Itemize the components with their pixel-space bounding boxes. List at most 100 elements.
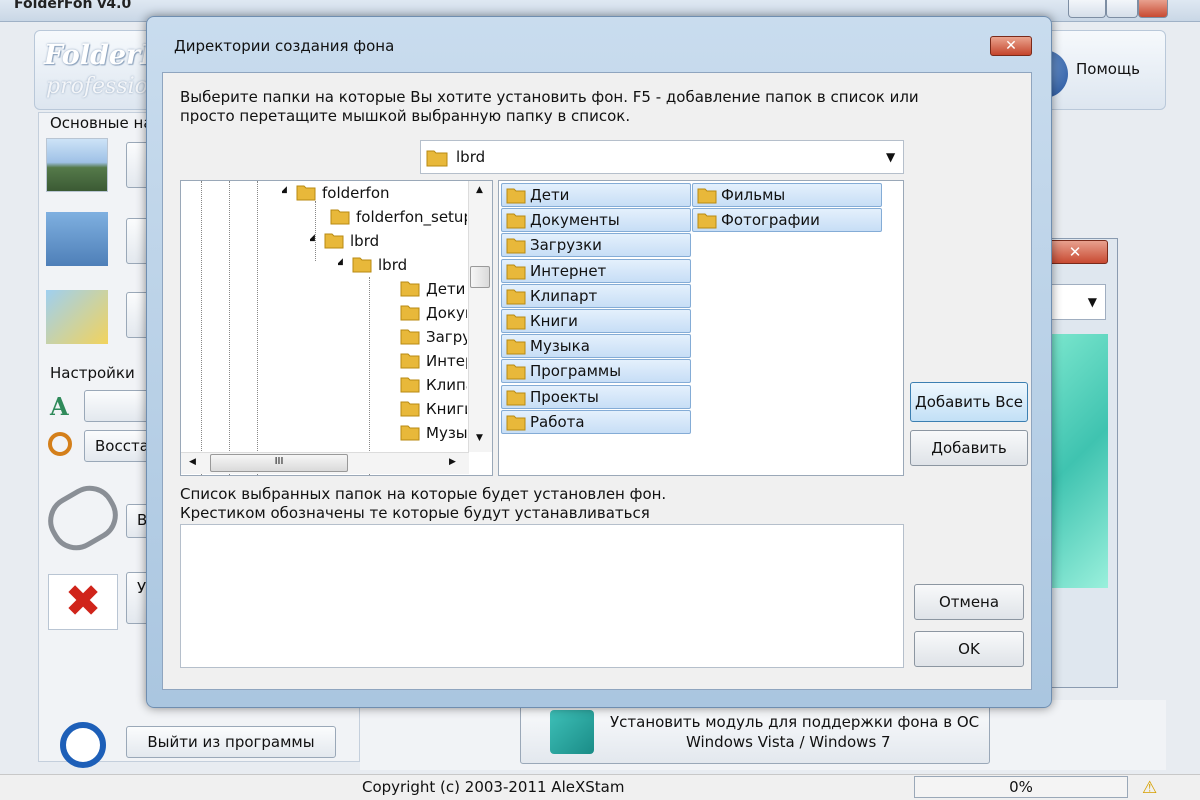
folder-icon: [426, 150, 448, 167]
font-icon: A: [50, 392, 69, 421]
selected-folders-list[interactable]: [180, 524, 904, 668]
folder-list-item-label: Интернет: [530, 261, 607, 280]
folder-list-item[interactable]: Дети: [501, 183, 691, 207]
exit-button[interactable]: Выйти из программы: [126, 726, 336, 758]
tree-item-label: Загруз: [426, 328, 467, 346]
close-button[interactable]: [1138, 0, 1168, 18]
folder-list-item-label: Дети: [530, 186, 570, 204]
tree-item[interactable]: folderfon_setup: [316, 207, 467, 229]
tree-item-label: Дети: [426, 280, 466, 298]
tree-item[interactable]: Дети: [386, 279, 467, 301]
folder-list-item[interactable]: Клипарт: [501, 283, 691, 311]
folder-list-item-label: Книги: [530, 312, 578, 330]
folder-list-item-label: Музыка: [530, 337, 590, 356]
tree-item[interactable]: Докум: [386, 303, 467, 325]
folder-icon: [506, 337, 526, 361]
tree-item[interactable]: Книги: [386, 399, 467, 421]
folder-icon: [506, 287, 526, 311]
folder-icon: [400, 423, 420, 445]
folder-icon: [352, 255, 372, 277]
tree-expander-icon[interactable]: ◢: [338, 257, 343, 267]
tree-item[interactable]: Интерн: [386, 351, 467, 373]
folder-list-item[interactable]: Работа: [501, 409, 691, 437]
folder-list-item[interactable]: Загрузки: [501, 233, 691, 260]
tree-item[interactable]: Клипар: [386, 375, 467, 397]
help-label[interactable]: Помощь: [1076, 60, 1140, 78]
folder-icon: [296, 183, 316, 205]
folder-list-item[interactable]: Документы: [501, 208, 691, 235]
camera-icon[interactable]: [46, 212, 108, 266]
folder-icon: [330, 207, 350, 229]
folder-list-item[interactable]: Фотографии: [692, 208, 882, 233]
instructions-line-2: просто перетащите мышкой выбранную папку…: [180, 107, 631, 125]
selected-list-caption-2: Крестиком обозначены те которые будут ус…: [180, 504, 650, 522]
folder-list-item-label: Фильмы: [721, 186, 786, 204]
folder-list-item[interactable]: Проекты: [501, 384, 691, 409]
drive-select-value: lbrd: [456, 148, 486, 166]
folder-icon: [400, 303, 420, 325]
folder-list-item[interactable]: Фильмы: [692, 183, 882, 207]
drive-select[interactable]: [420, 140, 904, 174]
power-icon[interactable]: [60, 722, 106, 768]
tree-expander-icon[interactable]: ◢: [310, 233, 315, 243]
scroll-right-icon[interactable]: ▶: [449, 457, 456, 467]
scroll-up-icon[interactable]: ▲: [476, 185, 483, 195]
tree-item[interactable]: ◢ lbrd: [338, 255, 467, 277]
folder-list-item[interactable]: Интернет: [501, 258, 691, 283]
delete-icon[interactable]: ✖: [48, 574, 118, 630]
folder-icon: [400, 279, 420, 301]
folder-list-item[interactable]: Программы: [501, 359, 691, 386]
minimize-button[interactable]: [1068, 0, 1106, 18]
tree-item[interactable]: ◢ lbrd: [310, 231, 467, 253]
tree-guide-line: [201, 181, 202, 475]
folder-icon: [506, 413, 526, 437]
folder-icon: [506, 211, 526, 235]
copyright-text: Copyright (c) 2003-2011 AleXStam: [362, 778, 625, 796]
install-module-label-1: Установить модуль для поддержки фона в О…: [610, 713, 980, 731]
folder-icon: [400, 351, 420, 373]
cancel-button[interactable]: Отмена: [914, 584, 1024, 620]
folder-icon: [324, 231, 344, 253]
main-window-title: FolderFon v4.0: [14, 0, 132, 12]
folder-icon: [506, 236, 526, 260]
group-settings-label: Настройки: [50, 364, 135, 382]
tree-vertical-scrollbar[interactable]: ▲ ▼: [468, 181, 492, 452]
tree-item-label: Музык: [426, 424, 467, 442]
warning-icon: ⚠: [1142, 778, 1158, 798]
landscape-icon[interactable]: [46, 138, 108, 192]
tree-guide-line: [257, 181, 258, 475]
add-all-button[interactable]: Добавить Все: [910, 382, 1028, 422]
install-module-icon: [550, 710, 594, 754]
tree-vertical-scroll-thumb[interactable]: [470, 266, 490, 288]
scroll-left-icon[interactable]: ◀: [189, 457, 196, 467]
folder-list-item-label: Документы: [530, 211, 620, 230]
tree-item-label: folderfon: [322, 184, 390, 202]
dialog-title: Директории создания фона: [174, 37, 395, 55]
tree-item-label: Клипар: [426, 376, 467, 394]
tree-expander-icon[interactable]: ◢: [282, 185, 287, 195]
folder-list-item[interactable]: Книги: [501, 309, 691, 333]
ok-button[interactable]: OK: [914, 631, 1024, 667]
instructions-line-1: Выберите папки на которые Вы хотите уста…: [180, 88, 919, 106]
tree-item[interactable]: ◢ folderfon: [282, 183, 467, 205]
paint-icon[interactable]: [46, 290, 108, 344]
folder-icon: [400, 327, 420, 349]
folder-list-item-label: Фотографии: [721, 211, 820, 230]
folder-list-item-label: Программы: [530, 362, 622, 381]
tree-horizontal-scroll-thumb[interactable]: III: [210, 454, 348, 472]
scroll-down-icon[interactable]: ▼: [476, 433, 483, 443]
restore-icon: [48, 432, 72, 456]
add-button[interactable]: Добавить: [910, 430, 1028, 466]
dialog-close-button[interactable]: ✕: [990, 36, 1032, 56]
folder-icon: [506, 362, 526, 386]
tree-item[interactable]: Музык: [386, 423, 467, 445]
selected-list-caption-1: Список выбранных папок на которые будет …: [180, 485, 667, 503]
tree-item-label: Докум: [426, 304, 467, 322]
progress-bar: 0%: [914, 776, 1128, 798]
maximize-button[interactable]: [1106, 0, 1138, 18]
folder-list-item[interactable]: Музыка: [501, 334, 691, 361]
chevron-down-icon[interactable]: ▼: [886, 150, 895, 164]
folder-icon: [506, 312, 526, 336]
tree-guide-line: [229, 181, 230, 475]
tree-item[interactable]: Загруз: [386, 327, 467, 349]
